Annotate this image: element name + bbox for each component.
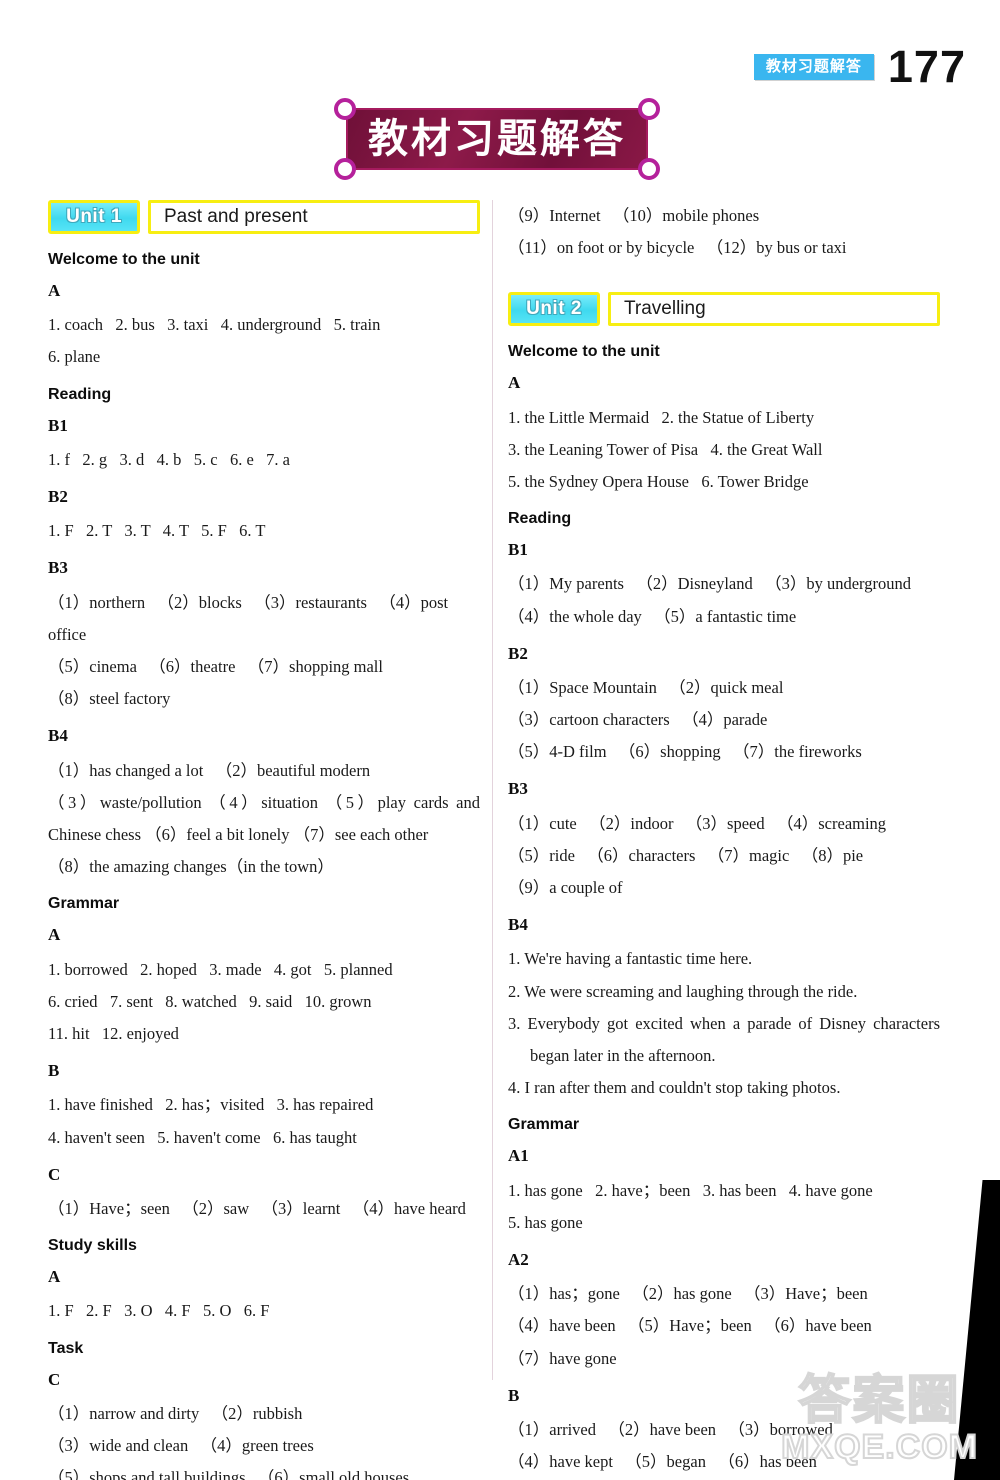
right-column: （9）Internet （10）mobile phones （11）on foo…: [508, 200, 940, 1478]
left-column: Unit 1 Past and present Welcome to the u…: [48, 200, 480, 1480]
answer-line: 3. Everybody got excited when a parade o…: [508, 1013, 940, 1065]
unit-2-badge: Unit 2: [508, 292, 600, 327]
unit-2-title-label: Travelling: [624, 298, 706, 320]
answer-line: （5）cinema （6）theatre （7）shopping mall: [48, 657, 383, 677]
answer-line: （7）have gone: [508, 1348, 617, 1368]
answer-line: 1. We're having a fantastic time here.: [508, 949, 753, 969]
unit-1-header: Unit 1 Past and present: [48, 200, 480, 234]
answer-line: 5. has gone: [508, 1212, 583, 1232]
subsection-b2: B2: [48, 487, 68, 507]
subsection-b3: B3: [508, 779, 528, 799]
answer-line: 1. borrowed 2. hoped 3. made 4. got 5. p…: [48, 959, 393, 979]
page-header: 教材习题解答 177: [753, 41, 966, 92]
subsection-b4: B4: [48, 726, 68, 746]
subsection-a1: A1: [508, 1146, 529, 1166]
subsection-b2: B2: [508, 643, 528, 663]
answer-line: 1. has gone 2. have；been 3. has been 4. …: [508, 1180, 873, 1200]
answer-line: （1）cute （2）indoor （3）speed （4）screaming: [508, 813, 887, 833]
subsection-a: A: [48, 925, 61, 945]
unit-2-title-box: Travelling: [608, 292, 940, 327]
section-study-skills: Study skills: [48, 1237, 137, 1255]
answer-line: （4）have been （5）Have；been （6）have been: [508, 1316, 872, 1336]
answer-line: 1. coach 2. bus 3. taxi 4. underground 5…: [48, 315, 381, 335]
answer-line: 6. plane: [48, 347, 101, 367]
subsection-b3: B3: [48, 558, 68, 578]
answer-line: 1. the Little Mermaid 2. the Statue of L…: [508, 407, 815, 427]
scan-edge-shadow: [954, 1180, 1000, 1480]
section-reading: Reading: [508, 510, 572, 528]
title-banner-label: 教材习题解答: [368, 116, 626, 162]
section-reading: Reading: [48, 385, 112, 403]
answer-line: 1. F 2. T 3. T 4. T 5. F 6. T: [48, 521, 266, 541]
answer-line: 11. hit 12. enjoyed: [48, 1023, 179, 1043]
banner-corner-dot-bottom-right: [638, 158, 660, 180]
answer-line: （3）cartoon characters （4）parade: [508, 710, 768, 730]
answer-line: 4. I ran after them and couldn't stop ta…: [508, 1078, 841, 1098]
answer-line: 2. We were screaming and laughing throug…: [508, 981, 858, 1001]
main-title-banner: 教材习题解答: [332, 98, 662, 180]
answer-line: （3）wide and clean （4）green trees: [48, 1435, 314, 1455]
page-number: 177: [887, 41, 966, 92]
banner-corner-dot-top-right: [638, 98, 660, 120]
answer-line: 3. the Leaning Tower of Pisa 4. the Grea…: [508, 439, 823, 459]
subsection-b4: B4: [508, 915, 528, 935]
answer-line: （1）My parents （2）Disneyland （3）by underg…: [508, 574, 911, 594]
answer-line: 1. F 2. F 3. O 4. F 5. O 6. F: [48, 1301, 270, 1321]
answer-line: （5）4-D film （6）shopping （7）the fireworks: [508, 742, 862, 762]
subsection-a: A: [48, 1267, 61, 1287]
answer-line: （8）steel factory: [48, 689, 171, 709]
answer-line: （5）ride （6）characters （7）magic （8）pie: [508, 845, 864, 865]
subsection-a: A: [508, 373, 521, 393]
banner-corner-dot-bottom-left: [334, 158, 356, 180]
answer-line: （4）the whole day （5）a fantastic time: [508, 606, 797, 626]
answer-line: 4. haven't seen 5. haven't come 6. has t…: [48, 1127, 357, 1147]
answer-line: （4）have kept （5）began （6）has been: [508, 1452, 817, 1472]
answer-line: （8）the amazing changes（in the town）: [48, 857, 334, 877]
title-banner-plate: 教材习题解答: [346, 108, 648, 170]
answer-line: （1）has；gone （2）has gone （3）Have；been: [508, 1284, 868, 1304]
answer-line: （1）has changed a lot （2）beautiful modern: [48, 760, 371, 780]
answer-key-page: 教材习题解答 177 教材习题解答 Unit 1 Past and presen…: [0, 0, 1000, 1480]
subsection-b: B: [508, 1385, 520, 1405]
answer-line: （1）Space Mountain （2）quick meal: [508, 677, 784, 697]
subsection-c: C: [48, 1164, 61, 1184]
section-task: Task: [48, 1339, 84, 1357]
section-grammar: Grammar: [48, 895, 120, 913]
unit-2-badge-label: Unit 2: [526, 298, 582, 320]
unit-1-badge: Unit 1: [48, 200, 140, 234]
section-grammar: Grammar: [508, 1116, 580, 1134]
answer-line: 6. cried 7. sent 8. watched 9. said 10. …: [48, 991, 372, 1011]
subsection-b1: B1: [508, 540, 528, 560]
answer-line: （1）northern （2）blocks （3）restaurants （4）…: [48, 592, 453, 644]
answer-line: 1. have finished 2. has；visited 3. has r…: [48, 1095, 374, 1115]
subsection-a: A: [48, 281, 61, 300]
unit-1-title-box: Past and present: [148, 200, 480, 234]
section-welcome-to-the-unit: Welcome to the unit: [508, 343, 660, 361]
answer-line: （1）arrived （2）have been （3）borrowed: [508, 1419, 833, 1439]
subsection-a2: A2: [508, 1249, 529, 1269]
subsection-b1: B1: [48, 415, 68, 435]
answer-line: （5）shops and tall buildings （6）small old…: [48, 1468, 410, 1480]
subsection-c: C: [48, 1369, 61, 1389]
section-welcome-to-the-unit: Welcome to the unit: [48, 251, 200, 268]
answer-line: 1. f 2. g 3. d 4. b 5. c 6. e 7. a: [48, 449, 290, 469]
unit-1-title-label: Past and present: [164, 206, 308, 227]
column-divider: [492, 200, 493, 1380]
answer-line: （9）a couple of: [508, 878, 623, 898]
answer-line: （1）narrow and dirty （2）rubbish: [48, 1403, 303, 1423]
answer-line: （9）Internet （10）mobile phones: [508, 206, 760, 225]
answer-line: （1）Have；seen （2）saw （3）learnt （4）have he…: [48, 1198, 466, 1218]
banner-corner-dot-top-left: [334, 98, 356, 120]
answer-line: （3）waste/pollution （4）situation （5）play …: [48, 792, 480, 844]
header-section-badge: 教材习题解答: [753, 53, 874, 80]
unit-1-badge-label: Unit 1: [66, 206, 122, 227]
answer-line: 5. the Sydney Opera House 6. Tower Bridg…: [508, 471, 809, 491]
subsection-b: B: [48, 1061, 60, 1081]
answer-line: （11）on foot or by bicycle （12）by bus or …: [508, 238, 847, 258]
unit-2-header: Unit 2 Travelling: [508, 292, 940, 327]
